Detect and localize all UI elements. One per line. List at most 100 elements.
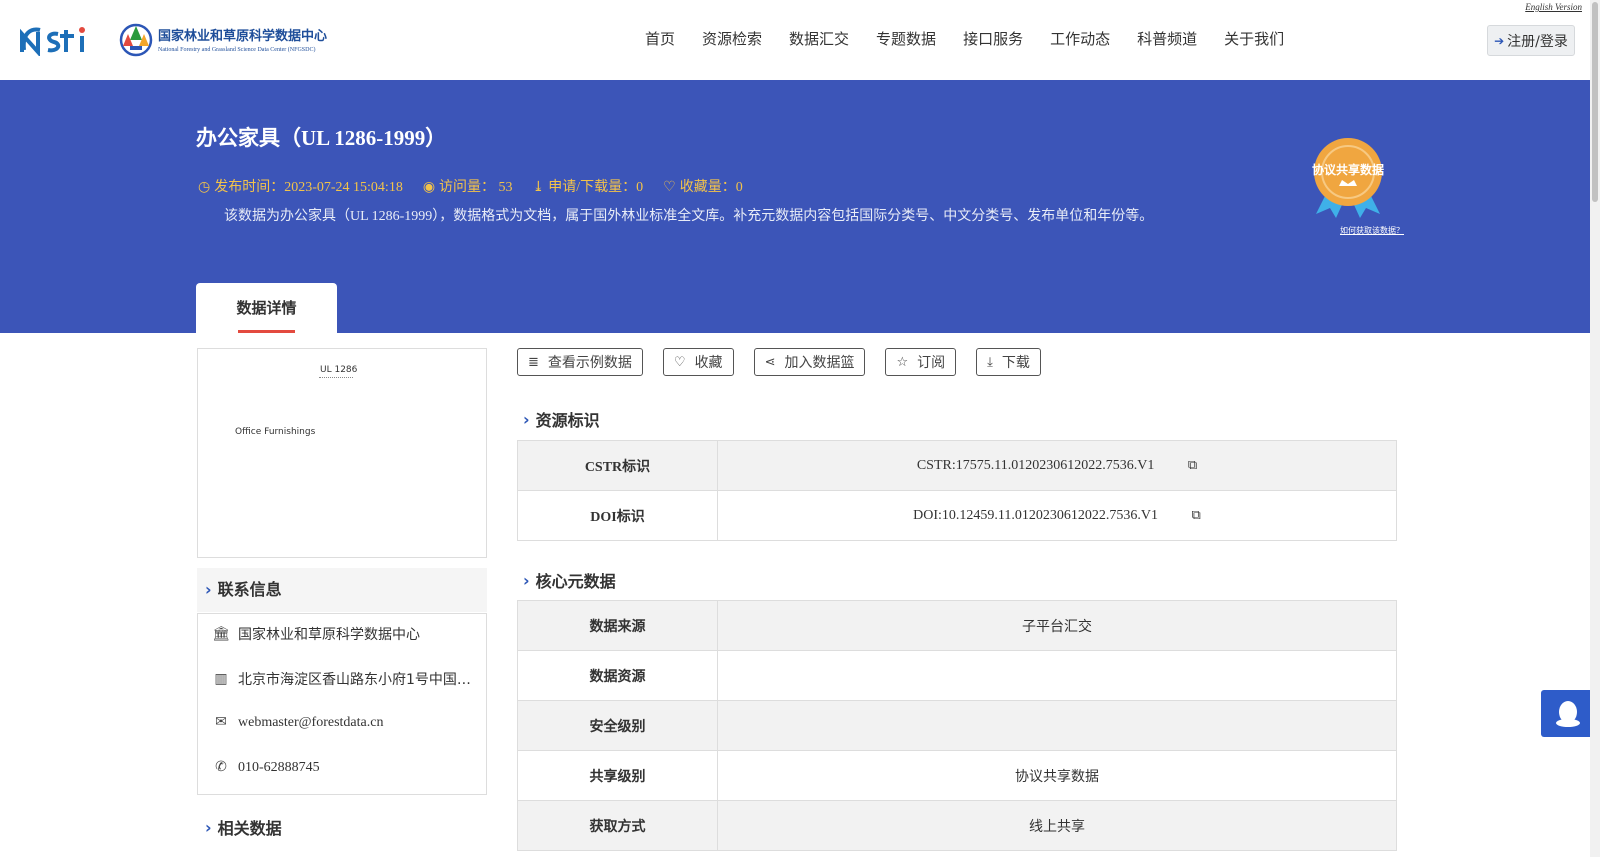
cstr-key: CSTR标识 xyxy=(517,440,718,491)
meta-value xyxy=(717,700,1397,751)
meta-key: 数据来源 xyxy=(517,600,718,651)
meta-key: 数据资源 xyxy=(517,650,718,701)
download-button[interactable]: ⤓ 下载 xyxy=(976,348,1041,376)
contact-address-row: ▥ 北京市海淀区香山路东小府1号中国林业科学研究院 xyxy=(212,669,480,689)
subscribe-label: 订阅 xyxy=(917,355,946,371)
page-title: 办公家具（UL 1286-1999） xyxy=(196,126,447,150)
resource-id-title: 资源标识 xyxy=(535,411,600,430)
contact-phone-row: ✆ 010-62888745 xyxy=(212,759,480,776)
table-row: 安全级别 xyxy=(517,700,1397,751)
nsti-logo[interactable] xyxy=(18,22,98,56)
chevron-right-icon: › xyxy=(205,817,212,837)
preview-title: UL 1286 xyxy=(320,365,358,375)
tab-data-details[interactable]: 数据详情 xyxy=(196,283,337,333)
org-name-en: National Forestry and Grassland Science … xyxy=(158,47,316,53)
active-tab-indicator xyxy=(238,330,295,333)
copy-icon[interactable]: ⧉ xyxy=(1188,457,1197,473)
phone-icon: ✆ xyxy=(215,760,227,775)
nav-item-resource-search[interactable]: 资源检索 xyxy=(702,28,762,49)
database-icon: ≣ xyxy=(528,354,539,370)
publish-time-text: 发布时间：2023-07-24 15:04:18 xyxy=(214,180,403,195)
contact-org-row: 🏛 国家林业和草原科学数据中心 xyxy=(212,624,480,644)
nfgsdc-logo[interactable]: 国家林业和草原科学数据中心 National Forestry and Gras… xyxy=(118,20,327,58)
resource-id-section-title: › 资源标识 xyxy=(523,407,600,431)
contact-phone: 010-62888745 xyxy=(238,759,320,775)
contact-section-header: › 联系信息 xyxy=(197,568,487,612)
resource-id-table: CSTR标识 CSTR:17575.11.0120230612022.7536.… xyxy=(517,440,1397,541)
contact-address: 北京市海淀区香山路东小府1号中国林业科学研究院 xyxy=(238,672,474,688)
dataset-banner: 办公家具（UL 1286-1999） ◷ 发布时间：2023-07-24 15:0… xyxy=(0,80,1590,333)
meta-value: 协议共享数据 xyxy=(717,750,1397,801)
meta-value: 线上共享 xyxy=(717,800,1397,851)
core-meta-table: 数据来源 子平台汇交 数据资源 安全级别 共享级别 协议共享数据 获取方式 线上… xyxy=(517,600,1397,851)
nav-item-about-us[interactable]: 关于我们 xyxy=(1224,28,1284,49)
nfgsdc-emblem-icon xyxy=(119,23,153,57)
related-data-section: › 相关数据 xyxy=(205,815,282,839)
chevron-right-icon: › xyxy=(205,580,212,599)
subscribe-button[interactable]: ☆ 订阅 xyxy=(885,348,957,376)
contact-org: 国家林业和草原科学数据中心 xyxy=(238,627,420,643)
favorite-count: ♡ 收藏量：0 xyxy=(663,176,743,196)
institution-icon: 🏛 xyxy=(212,626,230,642)
add-to-basket-label: 加入数据篮 xyxy=(784,355,855,371)
chevron-right-icon: › xyxy=(523,409,530,429)
download-count: ⤓ 申请/下载量：0 xyxy=(533,176,644,196)
nav-item-science-popular[interactable]: 科普频道 xyxy=(1137,28,1197,49)
favorite-button[interactable]: ♡ 收藏 xyxy=(662,348,734,376)
visit-count-text: 访问量： 53 xyxy=(439,180,513,195)
meta-value: 子平台汇交 xyxy=(717,600,1397,651)
contact-title: 联系信息 xyxy=(217,580,282,599)
doi-key: DOI标识 xyxy=(517,490,718,541)
nav-item-data-submission[interactable]: 数据汇交 xyxy=(789,28,849,49)
download-count-text: 申请/下载量：0 xyxy=(548,180,644,195)
view-sample-button[interactable]: ≣ 查看示例数据 xyxy=(517,348,643,376)
org-name-cn: 国家林业和草原科学数据中心 xyxy=(158,29,328,44)
related-data-title: 相关数据 xyxy=(217,819,282,838)
table-row: 数据来源 子平台汇交 xyxy=(517,600,1397,651)
map-icon: ▥ xyxy=(214,671,228,687)
copy-icon[interactable]: ⧉ xyxy=(1192,507,1201,523)
contact-email[interactable]: webmaster@forestdata.cn xyxy=(238,715,383,731)
main-nav: 首页 资源检索 数据汇交 专题数据 接口服务 工作动态 科普频道 关于我们 xyxy=(645,28,1311,49)
publish-time: ◷ 发布时间：2023-07-24 15:04:18 xyxy=(198,176,403,196)
dataset-description: 该数据为办公家具（UL 1286-1999），数据格式为文档，属于国外林业标准全… xyxy=(224,209,1154,224)
tab-data-details-label: 数据详情 xyxy=(236,299,297,317)
english-version-link[interactable]: English Version xyxy=(1525,2,1582,12)
add-to-basket-button[interactable]: ⋖ 加入数据篮 xyxy=(753,348,866,376)
medal-text: 协议共享数据 xyxy=(1312,162,1384,177)
top-header: English Version 国家林业和草原科学数据中心 National F… xyxy=(0,0,1600,80)
nav-item-topic-data[interactable]: 专题数据 xyxy=(876,28,936,49)
nav-item-api-service[interactable]: 接口服务 xyxy=(963,28,1023,49)
action-toolbar: ≣ 查看示例数据 ♡ 收藏 ⋖ 加入数据篮 ☆ 订阅 ⤓ 下载 xyxy=(517,348,1061,376)
table-row: 共享级别 协议共享数据 xyxy=(517,750,1397,801)
qq-chat-button[interactable] xyxy=(1541,690,1594,737)
doi-value: DOI:10.12459.11.0120230612022.7536.V1 xyxy=(913,508,1159,523)
meta-key: 安全级别 xyxy=(517,700,718,751)
doi-value-cell: DOI:10.12459.11.0120230612022.7536.V1 ⧉ xyxy=(717,490,1397,541)
visit-count: ◉ 访问量： 53 xyxy=(423,176,513,196)
download-label: 下载 xyxy=(1001,355,1030,371)
table-row: DOI标识 DOI:10.12459.11.0120230612022.7536… xyxy=(517,490,1397,541)
how-to-get-data-link[interactable]: 如何获取该数据？ xyxy=(1340,225,1404,236)
preview-subline xyxy=(319,377,353,379)
meta-key: 共享级别 xyxy=(517,750,718,801)
table-row: CSTR标识 CSTR:17575.11.0120230612022.7536.… xyxy=(517,440,1397,491)
nav-item-news[interactable]: 工作动态 xyxy=(1050,28,1110,49)
document-preview[interactable]: UL 1286 Office Furnishings xyxy=(197,348,487,558)
preview-heading: Office Furnishings xyxy=(235,427,316,437)
page-scrollbar[interactable] xyxy=(1590,0,1600,857)
share-icon: ⋖ xyxy=(764,354,776,370)
meta-key: 获取方式 xyxy=(517,800,718,851)
contact-info: 🏛 国家林业和草原科学数据中心 ▥ 北京市海淀区香山路东小府1号中国林业科学研究… xyxy=(197,613,487,795)
clock-icon: ◷ xyxy=(198,180,211,195)
login-register-label: 注册/登录 xyxy=(1507,33,1568,50)
contact-email-row: ✉ webmaster@forestdata.cn xyxy=(212,714,480,731)
scrollbar-thumb[interactable] xyxy=(1592,2,1598,202)
heart-icon: ♡ xyxy=(663,180,676,195)
eye-icon: ◉ xyxy=(422,180,436,195)
cstr-value-cell: CSTR:17575.11.0120230612022.7536.V1 ⧉ xyxy=(717,440,1397,491)
envelope-icon: ✉ xyxy=(215,715,227,730)
favorite-label: 收藏 xyxy=(694,355,723,371)
login-register-button[interactable]: ➔ 注册/登录 xyxy=(1487,25,1575,56)
nav-item-home[interactable]: 首页 xyxy=(645,28,675,49)
